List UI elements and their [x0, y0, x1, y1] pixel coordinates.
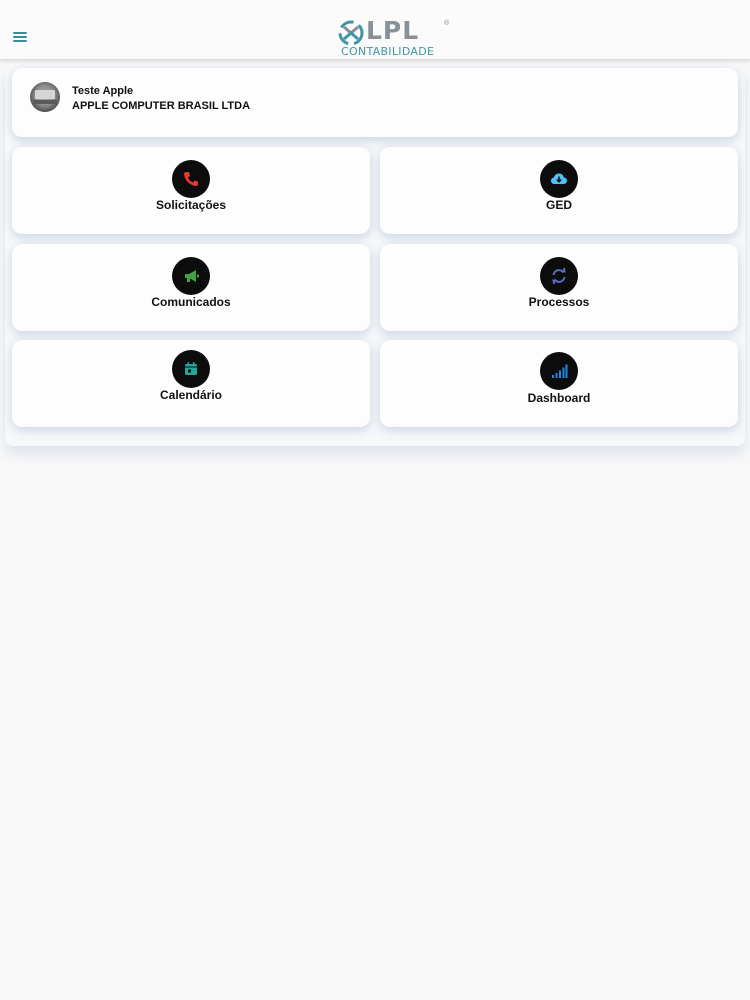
phone-icon	[172, 160, 210, 198]
sync-icon	[540, 257, 578, 295]
company-name: APPLE COMPUTER BRASIL LTDA	[72, 100, 251, 112]
tile-calendario[interactable]: Calendário	[12, 340, 370, 427]
calendar-icon	[172, 350, 210, 388]
tile-solicitacoes[interactable]: Solicitações	[12, 147, 370, 234]
tile-label: Solicitações	[155, 198, 227, 212]
logo-mark-icon	[338, 20, 364, 46]
tile-processos[interactable]: Processos	[380, 244, 738, 331]
logo-registered-mark: ®	[444, 20, 450, 27]
tile-label: Dashboard	[527, 391, 591, 405]
user-card[interactable]: Teste Apple APPLE COMPUTER BRASIL LTDA	[12, 68, 738, 137]
tile-label: Comunicados	[151, 295, 231, 309]
megaphone-icon	[172, 257, 210, 295]
tile-label: GED	[545, 198, 572, 212]
tile-dashboard[interactable]: Dashboard	[380, 340, 738, 427]
cloud-download-icon	[540, 160, 578, 198]
signal-bars-icon	[540, 352, 578, 390]
logo-text: LPL	[366, 16, 420, 45]
hamburger-menu-icon[interactable]	[12, 30, 30, 46]
tile-comunicados[interactable]: Comunicados	[12, 244, 370, 331]
tile-label: Processos	[528, 295, 590, 309]
avatar	[30, 82, 60, 112]
tile-ged[interactable]: GED	[380, 147, 738, 234]
lpl-logo: LPL ® CONTABILIDADE	[338, 16, 452, 58]
tile-label: Calendário	[159, 388, 222, 402]
user-name: Teste Apple	[72, 85, 134, 97]
top-bar: LPL ® CONTABILIDADE	[0, 0, 750, 60]
logo-subtitle: CONTABILIDADE	[341, 45, 435, 58]
